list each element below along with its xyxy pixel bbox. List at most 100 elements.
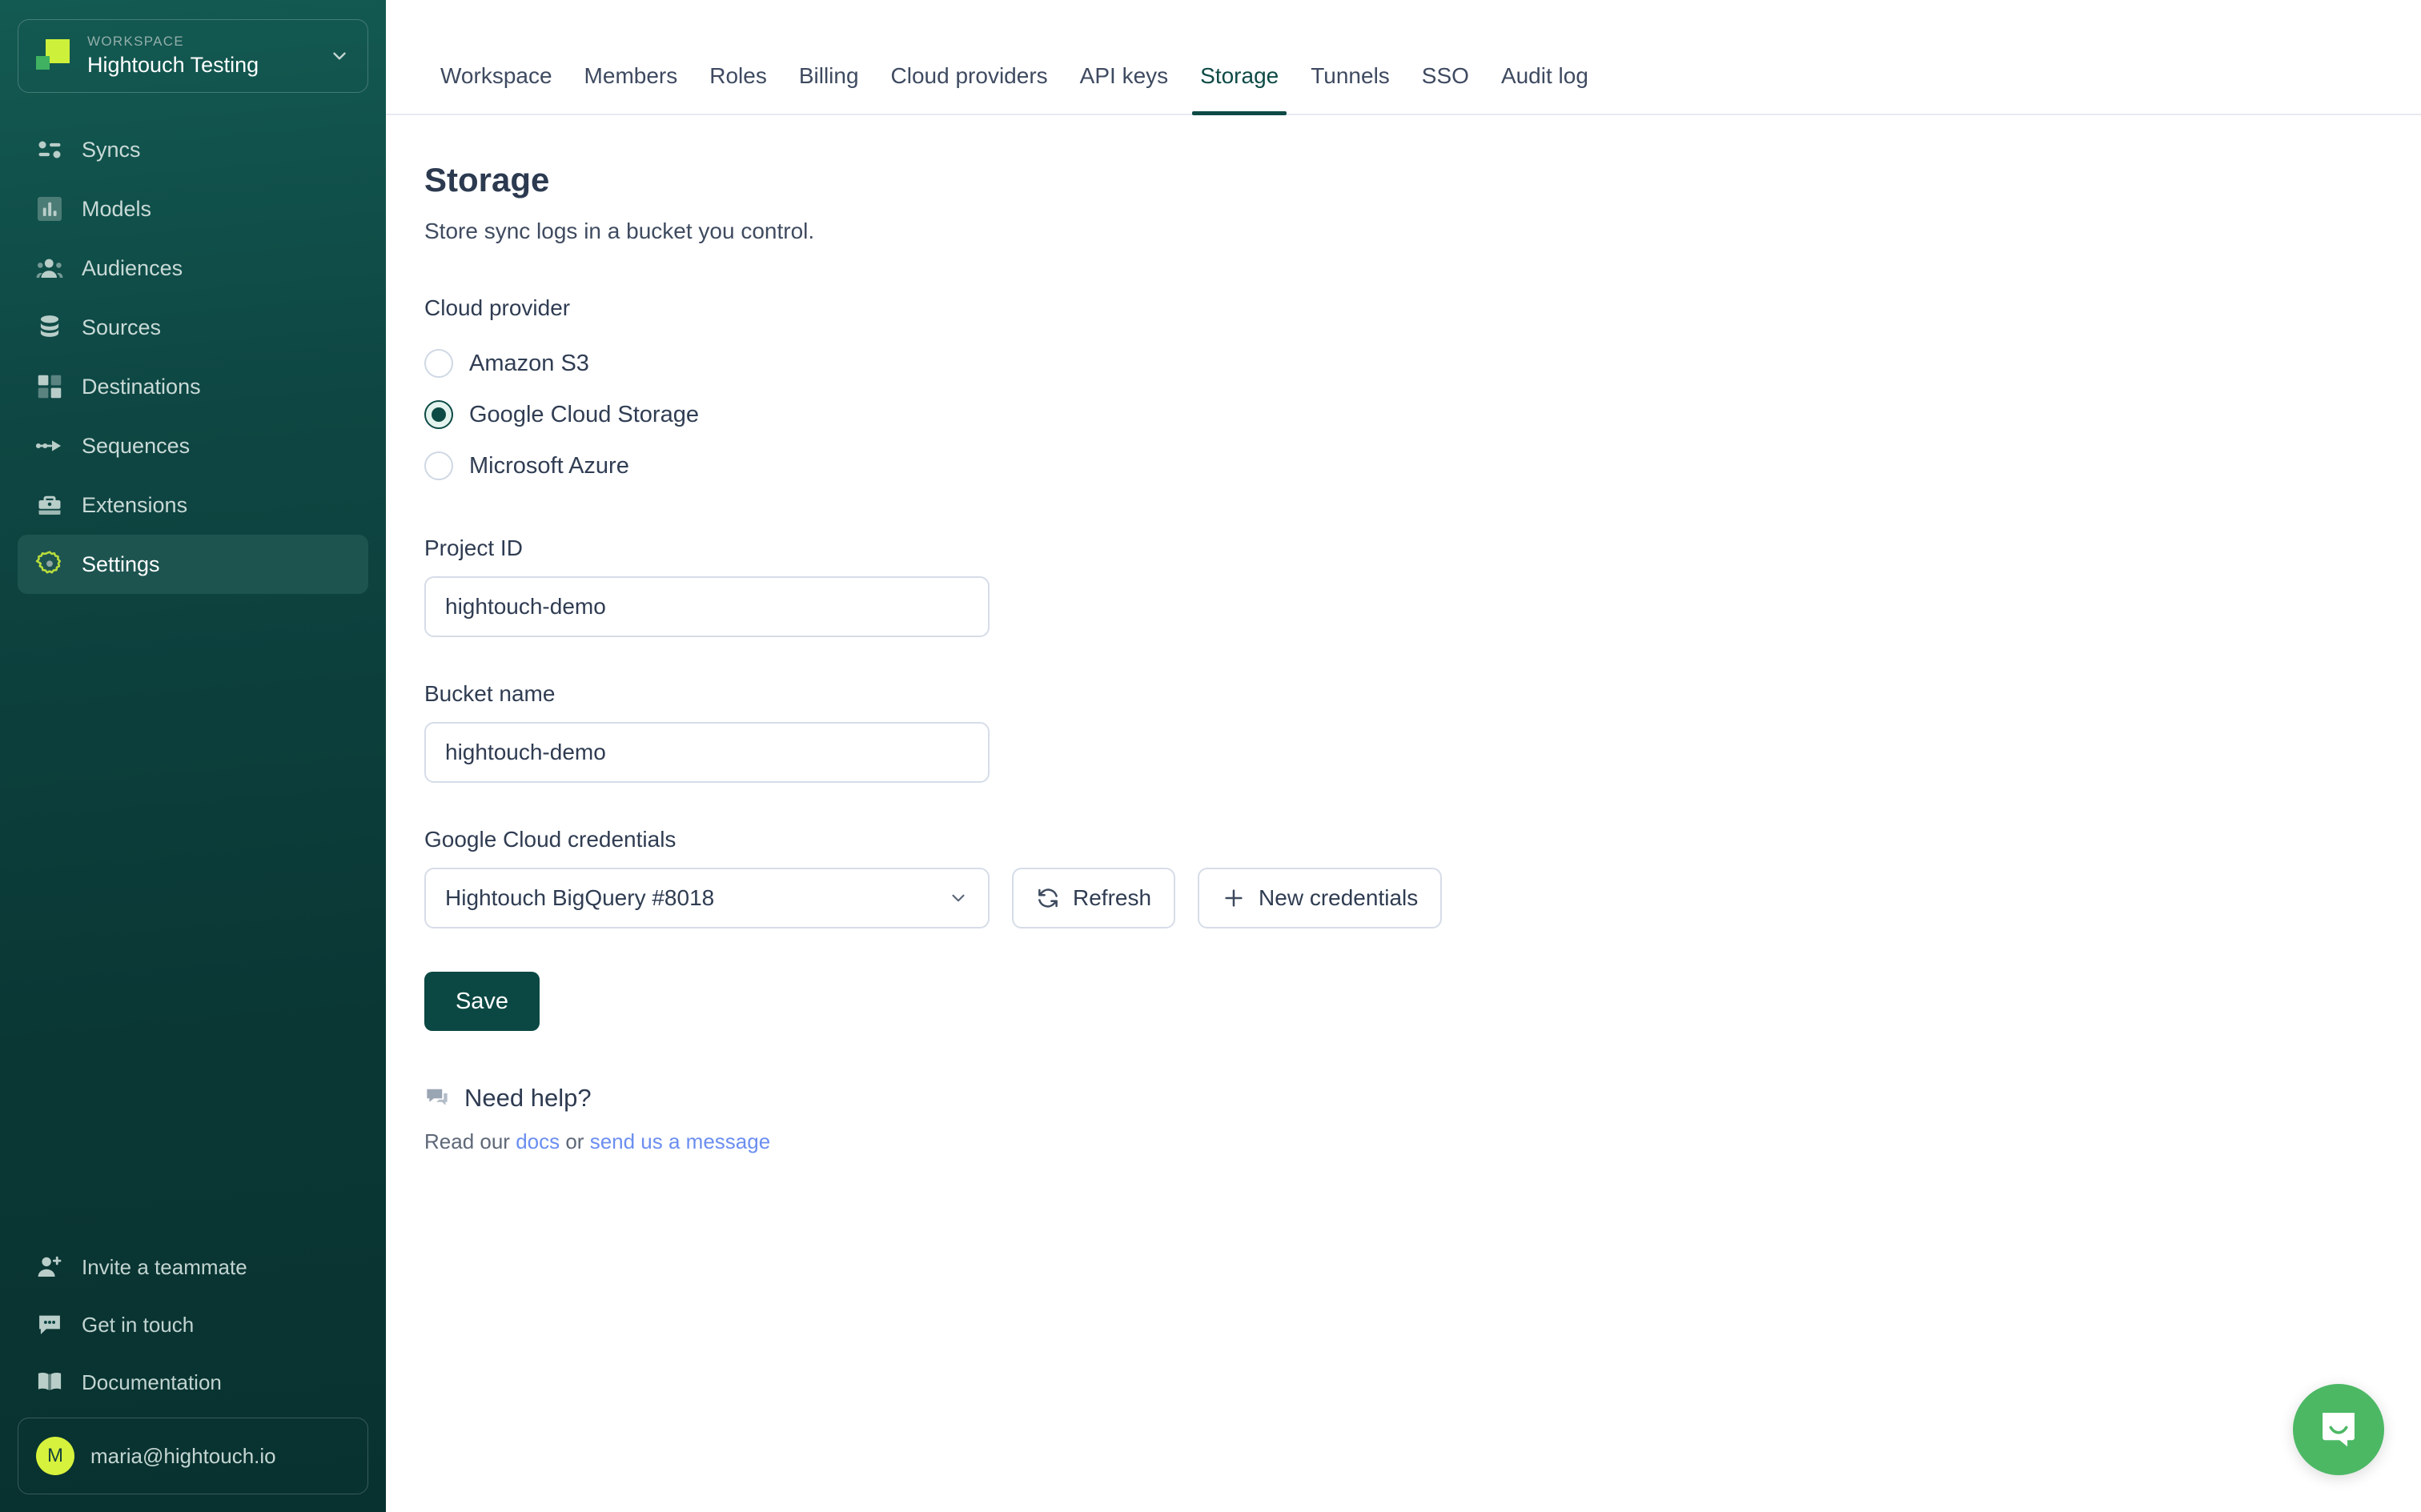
project-id-label: Project ID <box>424 535 523 560</box>
sidebar-item-label: Sequences <box>82 434 191 458</box>
sidebar-item-label: Invite a teammate <box>82 1255 247 1279</box>
project-id-input[interactable] <box>424 576 990 637</box>
sidebar-item-sources[interactable]: Sources <box>18 298 368 357</box>
sidebar-item-get-in-touch[interactable]: Get in touch <box>18 1296 368 1354</box>
new-credentials-button[interactable]: New credentials <box>1198 868 1443 928</box>
bucket-name-field: Bucket name <box>424 680 2383 783</box>
tab-api-keys[interactable]: API keys <box>1064 62 1184 114</box>
bucket-name-label: Bucket name <box>424 681 556 706</box>
credentials-label: Google Cloud credentials <box>424 827 677 852</box>
new-credentials-button-label: New credentials <box>1259 885 1419 910</box>
tab-audit-log[interactable]: Audit log <box>1485 62 1604 114</box>
sidebar-item-destinations[interactable]: Destinations <box>18 357 368 416</box>
need-help-header: Need help? <box>424 1084 2383 1113</box>
sidebar-item-label: Syncs <box>82 138 141 162</box>
sidebar-item-sequences[interactable]: Sequences <box>18 416 368 475</box>
radio-option-microsoft-azure[interactable]: Microsoft Azure <box>424 440 2383 491</box>
page-title: Storage <box>424 161 550 199</box>
sidebar-item-invite-teammate[interactable]: Invite a teammate <box>18 1238 368 1296</box>
credentials-row: Hightouch BigQuery #8018 Refresh New cre… <box>424 868 2383 928</box>
radio-icon-selected[interactable] <box>424 400 453 429</box>
intercom-chat-icon <box>2315 1405 2362 1455</box>
chevron-down-icon <box>329 46 350 66</box>
sidebar-item-settings[interactable]: Settings <box>18 535 368 594</box>
storage-settings-panel: Storage Store sync logs in a bucket you … <box>386 115 2421 1154</box>
bucket-name-input[interactable] <box>424 722 990 783</box>
radio-option-amazon-s3[interactable]: Amazon S3 <box>424 338 2383 389</box>
main-content: Workspace Members Roles Billing Cloud pr… <box>386 0 2421 1512</box>
cloud-provider-label: Cloud provider <box>424 295 571 320</box>
book-icon <box>35 1368 64 1397</box>
sidebar-item-label: Audiences <box>82 256 183 280</box>
radio-label: Google Cloud Storage <box>469 402 699 427</box>
page-subtitle: Store sync logs in a bucket you control. <box>424 219 815 243</box>
radio-option-google-cloud-storage[interactable]: Google Cloud Storage <box>424 389 2383 440</box>
workspace-label: WORKSPACE <box>87 34 184 49</box>
user-email: maria@hightouch.io <box>90 1443 276 1468</box>
chat-help-icon <box>424 1085 450 1111</box>
docs-link[interactable]: docs <box>516 1129 560 1153</box>
refresh-icon <box>1036 886 1060 910</box>
sidebar-item-models[interactable]: Models <box>18 179 368 239</box>
main-navigation: Syncs Models Audiences Sources Destinati… <box>18 120 368 594</box>
project-id-field: Project ID <box>424 535 2383 637</box>
radio-label: Microsoft Azure <box>469 453 629 479</box>
chat-bubble-icon <box>35 1310 64 1339</box>
sidebar-item-audiences[interactable]: Audiences <box>18 239 368 298</box>
radio-icon[interactable] <box>424 349 453 378</box>
sidebar-item-label: Settings <box>82 552 160 576</box>
refresh-button-label: Refresh <box>1073 885 1152 910</box>
sidebar-item-label: Extensions <box>82 493 188 517</box>
tab-members[interactable]: Members <box>568 62 694 114</box>
need-help-text: Read our docs or send us a message <box>424 1129 2383 1154</box>
sidebar-bottom-navigation: Invite a teammate Get in touch Documenta… <box>18 1238 368 1411</box>
sidebar-item-extensions[interactable]: Extensions <box>18 475 368 535</box>
need-help-section: Need help? Read our docs or send us a me… <box>424 1084 2383 1154</box>
sidebar-item-syncs[interactable]: Syncs <box>18 120 368 179</box>
radio-icon[interactable] <box>424 451 453 480</box>
credentials-field: Google Cloud credentials Hightouch BigQu… <box>424 826 2383 928</box>
chevron-down-icon <box>948 888 969 908</box>
tab-workspace[interactable]: Workspace <box>424 62 568 114</box>
credentials-selected-value: Hightouch BigQuery #8018 <box>445 885 715 910</box>
workspace-name: Hightouch Testing <box>87 53 259 77</box>
sidebar-item-label: Get in touch <box>82 1313 195 1337</box>
credentials-select[interactable]: Hightouch BigQuery #8018 <box>424 868 990 928</box>
sequences-arrow-icon <box>35 431 64 460</box>
extensions-briefcase-icon <box>35 491 64 519</box>
user-plus-icon <box>35 1253 64 1281</box>
avatar: M <box>36 1437 74 1475</box>
tab-sso[interactable]: SSO <box>1406 62 1485 114</box>
sidebar-item-label: Models <box>82 197 152 221</box>
sidebar: WORKSPACE Hightouch Testing Syncs Models <box>0 0 386 1512</box>
need-help-title: Need help? <box>464 1084 592 1112</box>
settings-tabbar: Workspace Members Roles Billing Cloud pr… <box>386 0 2421 115</box>
plus-icon <box>1222 886 1246 910</box>
tab-cloud-providers[interactable]: Cloud providers <box>875 62 1064 114</box>
models-bar-chart-icon <box>35 195 64 223</box>
tab-roles[interactable]: Roles <box>693 62 783 114</box>
syncs-icon <box>35 135 64 164</box>
intercom-launcher-button[interactable] <box>2293 1384 2384 1475</box>
sidebar-item-documentation[interactable]: Documentation <box>18 1354 368 1411</box>
settings-gear-icon <box>35 550 64 579</box>
save-button[interactable]: Save <box>424 972 540 1031</box>
cloud-provider-radio-group: Amazon S3 Google Cloud Storage Microsoft… <box>424 338 2383 491</box>
sidebar-item-label: Destinations <box>82 375 201 399</box>
tab-tunnels[interactable]: Tunnels <box>1295 62 1406 114</box>
sources-database-icon <box>35 313 64 342</box>
refresh-button[interactable]: Refresh <box>1012 868 1176 928</box>
workspace-text: WORKSPACE Hightouch Testing <box>87 34 315 78</box>
help-middle: or <box>560 1129 590 1153</box>
hightouch-logo-icon <box>36 38 73 74</box>
radio-label: Amazon S3 <box>469 351 589 376</box>
audiences-people-icon <box>35 254 64 283</box>
destinations-grid-icon <box>35 372 64 401</box>
help-prefix: Read our <box>424 1129 516 1153</box>
user-account-card[interactable]: M maria@hightouch.io <box>18 1418 368 1494</box>
send-message-link[interactable]: send us a message <box>590 1129 770 1153</box>
tab-billing[interactable]: Billing <box>783 62 875 114</box>
workspace-switcher[interactable]: WORKSPACE Hightouch Testing <box>18 19 368 93</box>
tab-storage[interactable]: Storage <box>1184 62 1295 115</box>
